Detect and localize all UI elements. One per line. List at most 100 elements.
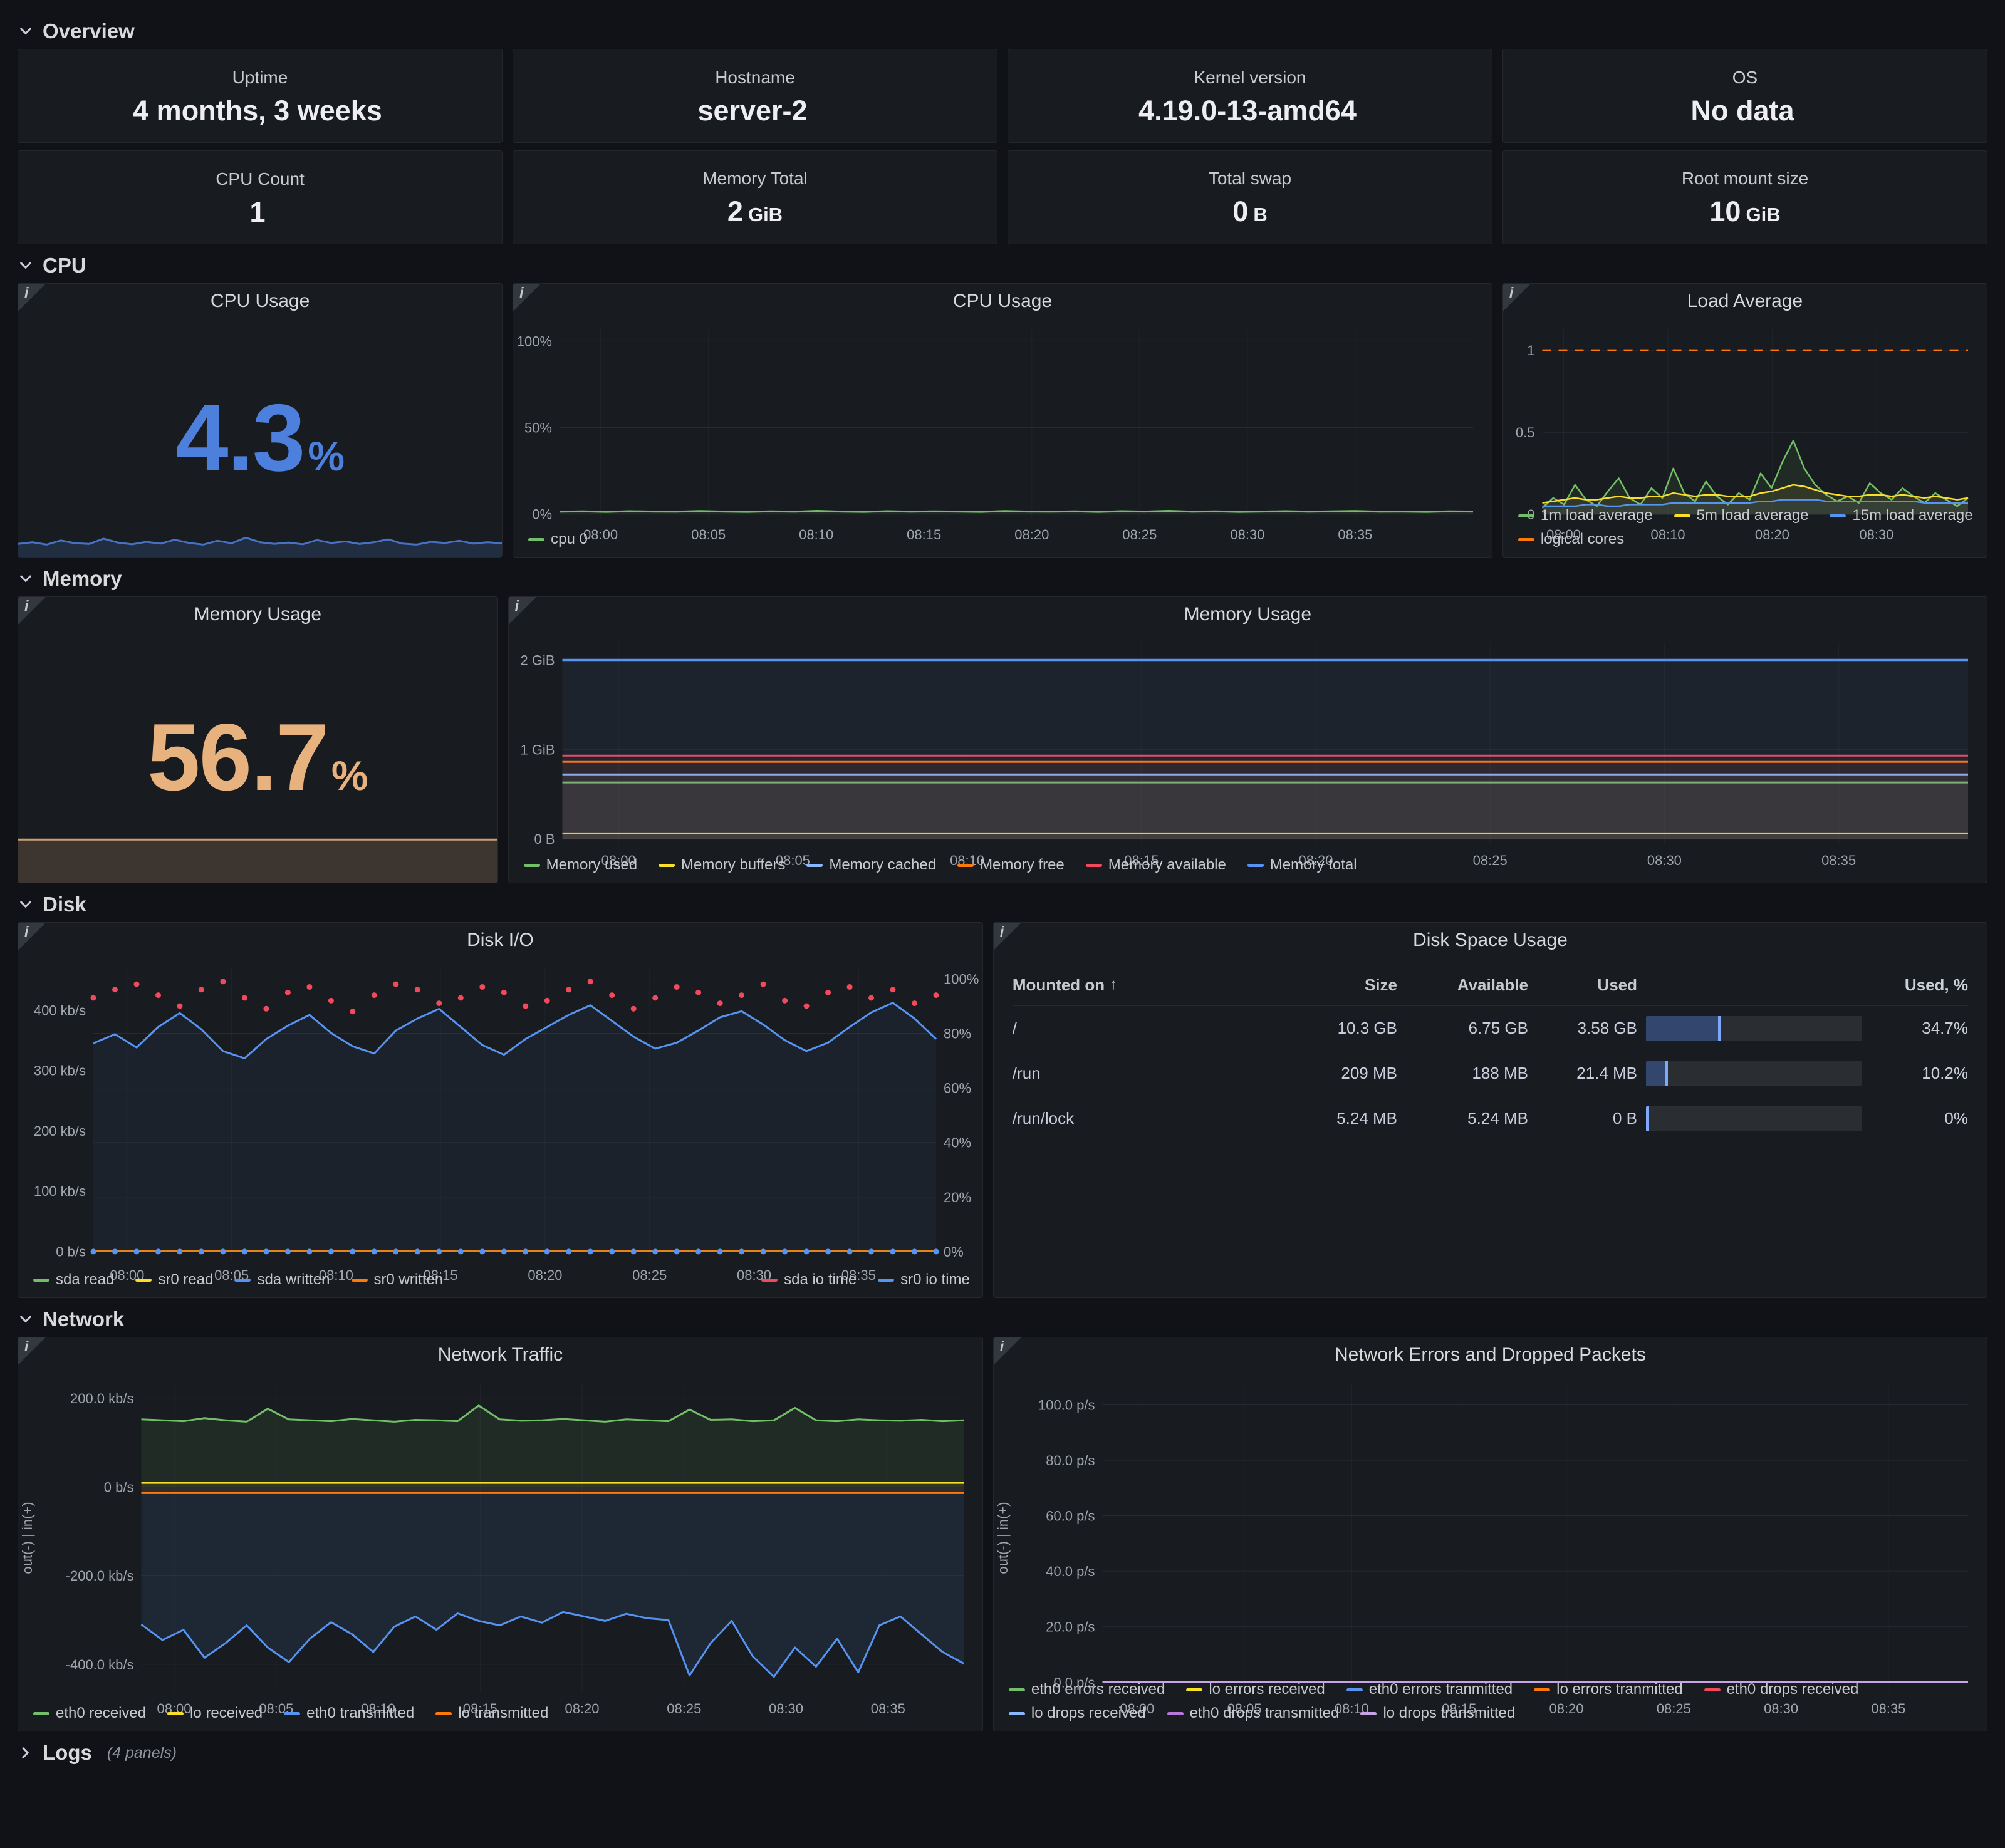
network-errors-panel: i Network Errors and Dropped Packets 08:… — [993, 1337, 1987, 1731]
panel-title[interactable]: CPU Usage — [513, 284, 1492, 319]
panel-info-icon[interactable]: i — [994, 923, 1021, 950]
legend-swatch — [1009, 1688, 1025, 1691]
legend-item[interactable]: Memory available — [1086, 856, 1226, 874]
legend-item[interactable]: Memory used — [524, 856, 637, 874]
column-header-size[interactable]: Size — [1288, 975, 1397, 995]
legend-item[interactable]: sda written — [234, 1271, 330, 1289]
used-cell: 21.4 MB — [1537, 1064, 1637, 1083]
legend-item[interactable]: lo drops transmitted — [1360, 1705, 1515, 1722]
svg-text:0 b/s: 0 b/s — [104, 1480, 134, 1495]
legend-item[interactable]: sr0 io time — [878, 1271, 970, 1289]
legend-swatch — [167, 1712, 184, 1715]
panel-title[interactable]: Disk Space Usage — [994, 923, 1987, 958]
usage-bar-fill — [1646, 1016, 1721, 1041]
stat-unit: GiB — [1746, 204, 1780, 226]
legend-item[interactable]: eth0 errors tranmitted — [1346, 1681, 1513, 1698]
section-header-network[interactable]: Network — [18, 1302, 1987, 1337]
legend-item[interactable]: Memory cached — [806, 856, 936, 874]
column-header-mounted-on[interactable]: Mounted on ↑ — [1013, 975, 1279, 995]
stat-value: 4.19.0-13-amd64 — [1138, 96, 1357, 125]
legend-item[interactable]: eth0 drops transmitted — [1167, 1705, 1340, 1722]
section-title: Disk — [43, 893, 86, 916]
legend-item[interactable]: lo transmitted — [435, 1705, 548, 1722]
legend-swatch — [1674, 514, 1690, 517]
panel-title[interactable]: Memory Usage — [18, 597, 497, 632]
disk-io-plot[interactable]: 08:0008:0508:1008:1508:2008:2508:3008:35… — [18, 958, 982, 1267]
legend-item[interactable]: sda read — [33, 1271, 114, 1289]
section-title: CPU — [43, 254, 86, 278]
memory-row: i Memory Usage 56.7 % i Memory Usage 08:… — [18, 596, 1987, 883]
section-panels-count: (4 panels) — [107, 1744, 177, 1762]
legend-item[interactable]: eth0 transmitted — [284, 1705, 414, 1722]
panel-title[interactable]: Memory Usage — [509, 597, 1987, 632]
legend-item[interactable]: 1m load average — [1518, 507, 1653, 524]
panel-info-icon[interactable]: i — [18, 923, 46, 950]
cpu-usage-plot[interactable]: 08:0008:0508:1008:1508:2008:2508:3008:35… — [513, 319, 1492, 527]
chevron-down-icon — [18, 1311, 34, 1327]
column-header-available[interactable]: Available — [1406, 975, 1528, 995]
mount-point-cell[interactable]: /run/lock — [1013, 1109, 1279, 1128]
stat-title: Hostname — [715, 68, 795, 88]
network-traffic-plot[interactable]: 08:0008:0508:1008:1508:2008:2508:3008:35… — [18, 1373, 982, 1701]
available-cell: 6.75 GB — [1406, 1019, 1528, 1038]
mount-point-cell[interactable]: /run — [1013, 1064, 1279, 1083]
legend-item[interactable]: 5m load average — [1674, 507, 1809, 524]
panel-title[interactable]: Network Errors and Dropped Packets — [994, 1337, 1987, 1373]
table-row: / 10.3 GB 6.75 GB 3.58 GB 34.7% — [1013, 1005, 1968, 1051]
legend-item[interactable]: sr0 read — [135, 1271, 213, 1289]
legend-item[interactable]: cpu 0 — [528, 531, 588, 548]
panel-title[interactable]: CPU Usage — [18, 284, 502, 319]
legend-item[interactable]: Memory buffers — [659, 856, 785, 874]
mount-point-cell[interactable]: / — [1013, 1019, 1279, 1038]
legend-item[interactable]: sr0 written — [352, 1271, 444, 1289]
legend-item[interactable]: eth0 received — [33, 1705, 146, 1722]
section-header-memory[interactable]: Memory — [18, 561, 1987, 596]
legend-item[interactable]: Memory total — [1247, 856, 1357, 874]
memory-usage-plot[interactable]: 08:0008:0508:1008:1508:2008:2508:3008:35… — [509, 632, 1987, 853]
svg-text:100 kb/s: 100 kb/s — [34, 1183, 86, 1199]
usage-bar-track — [1646, 1061, 1862, 1086]
panel-info-icon[interactable]: i — [18, 284, 46, 311]
section-header-cpu[interactable]: CPU — [18, 248, 1987, 283]
cpu-usage-legend: cpu 0 — [513, 527, 1492, 557]
svg-text:60%: 60% — [944, 1081, 971, 1096]
column-header-used[interactable]: Used — [1537, 975, 1637, 995]
memory-usage-stat-panel: i Memory Usage 56.7 % — [18, 596, 498, 883]
panel-title[interactable]: Load Average — [1503, 284, 1987, 319]
legend-swatch — [957, 864, 974, 867]
legend-item[interactable]: 15m load average — [1830, 507, 1972, 524]
load-average-plot[interactable]: 08:0008:1008:2008:3000.51 — [1503, 319, 1987, 503]
svg-text:50%: 50% — [524, 420, 552, 436]
panel-info-icon[interactable]: i — [513, 284, 541, 311]
panel-info-icon[interactable]: i — [18, 1337, 46, 1365]
panel-title[interactable]: Network Traffic — [18, 1337, 982, 1373]
sort-asc-icon: ↑ — [1110, 976, 1117, 994]
panel-info-icon[interactable]: i — [509, 597, 536, 625]
size-cell: 209 MB — [1288, 1064, 1397, 1083]
legend-item[interactable]: logical cores — [1518, 531, 1624, 548]
legend-item[interactable]: eth0 errors received — [1009, 1681, 1165, 1698]
section-title: Logs — [43, 1741, 92, 1765]
legend-swatch — [659, 864, 675, 867]
legend-item[interactable]: lo received — [167, 1705, 263, 1722]
column-header-used-pct[interactable]: Used, % — [1871, 975, 1968, 995]
section-header-overview[interactable]: Overview — [18, 14, 1987, 49]
stat-title: Kernel version — [1194, 68, 1306, 88]
panel-info-icon[interactable]: i — [994, 1337, 1021, 1365]
legend-item[interactable]: lo errors tranmitted — [1534, 1681, 1682, 1698]
legend-item[interactable]: lo drops received — [1009, 1705, 1146, 1722]
table-row: /run 209 MB 188 MB 21.4 MB 10.2% — [1013, 1051, 1968, 1096]
panel-info-icon[interactable]: i — [18, 597, 46, 625]
used-cell: 0 B — [1537, 1109, 1637, 1128]
legend-item[interactable]: lo errors received — [1186, 1681, 1325, 1698]
stat-title: Memory Total — [702, 169, 808, 189]
legend-item[interactable]: sda io time — [761, 1271, 857, 1289]
svg-text:40%: 40% — [944, 1135, 971, 1151]
network-errors-plot[interactable]: 08:0008:0508:1008:1508:2008:2508:3008:35… — [994, 1373, 1987, 1677]
legend-item[interactable]: Memory free — [957, 856, 1065, 874]
panel-title[interactable]: Disk I/O — [18, 923, 982, 958]
panel-info-icon[interactable]: i — [1503, 284, 1531, 311]
legend-item[interactable]: eth0 drops received — [1704, 1681, 1859, 1698]
section-header-disk[interactable]: Disk — [18, 887, 1987, 922]
section-header-logs[interactable]: Logs (4 panels) — [18, 1735, 1987, 1770]
